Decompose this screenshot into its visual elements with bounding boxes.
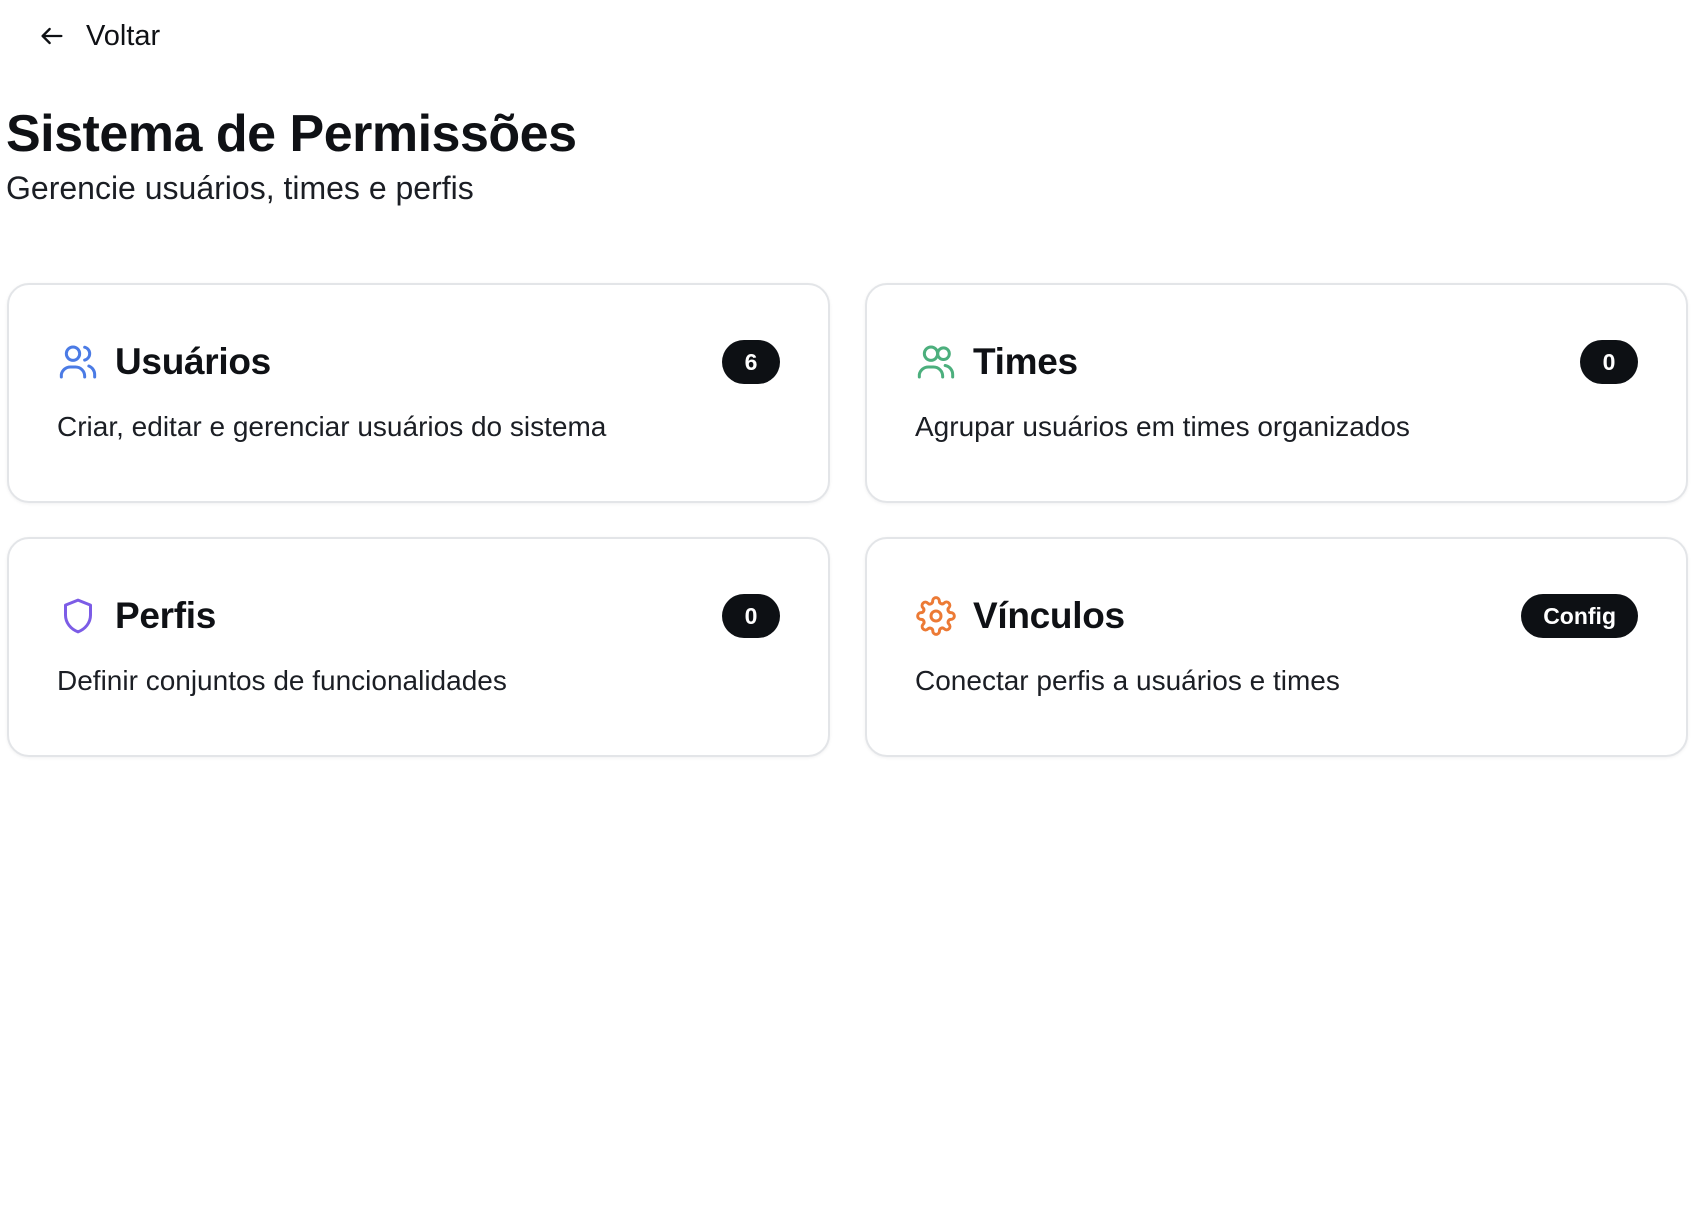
module-cards-grid: Usuários 6 Criar, editar e gerenciar usu… <box>7 283 1697 757</box>
card-title: Times <box>973 341 1078 382</box>
team-icon <box>915 341 957 383</box>
card-title-group: Usuários <box>57 341 271 383</box>
card-description: Criar, editar e gerenciar usuários do si… <box>57 411 607 442</box>
back-button[interactable]: Voltar <box>22 12 170 60</box>
arrow-left-icon <box>32 16 72 56</box>
page-title: Sistema de Permissões <box>6 105 577 163</box>
card-title-group: Times <box>915 341 1078 383</box>
profiles-card[interactable]: Perfis 0 Definir conjuntos de funcionali… <box>7 537 830 757</box>
card-title-group: Perfis <box>57 595 216 637</box>
users-icon <box>57 341 99 383</box>
shield-icon <box>57 595 99 637</box>
teams-card[interactable]: Times 0 Agrupar usuários em times organi… <box>865 283 1688 503</box>
card-header: Vínculos Config <box>915 593 1638 639</box>
card-description: Conectar perfis a usuários e times <box>915 665 1340 696</box>
card-description: Definir conjuntos de funcionalidades <box>57 665 507 696</box>
page-header: Sistema de Permissões Gerencie usuários,… <box>6 104 577 208</box>
card-header: Usuários 6 <box>57 339 780 385</box>
card-title: Usuários <box>115 341 271 382</box>
gear-icon <box>915 595 957 637</box>
links-card[interactable]: Vínculos Config Conectar perfis a usuári… <box>865 537 1688 757</box>
card-title-group: Vínculos <box>915 595 1125 637</box>
card-description: Agrupar usuários em times organizados <box>915 411 1410 442</box>
card-header: Times 0 <box>915 339 1638 385</box>
count-badge: 6 <box>722 340 780 384</box>
card-header: Perfis 0 <box>57 593 780 639</box>
page-subtitle: Gerencie usuários, times e perfis <box>6 170 474 206</box>
count-badge: 0 <box>1580 340 1638 384</box>
card-title: Vínculos <box>973 595 1125 636</box>
back-label: Voltar <box>86 19 161 52</box>
count-badge: 0 <box>722 594 780 638</box>
card-title: Perfis <box>115 595 217 636</box>
config-badge: Config <box>1521 594 1638 638</box>
permissions-page: Voltar Sistema de Permissões Gerencie us… <box>0 0 1702 1210</box>
users-card[interactable]: Usuários 6 Criar, editar e gerenciar usu… <box>7 283 830 503</box>
